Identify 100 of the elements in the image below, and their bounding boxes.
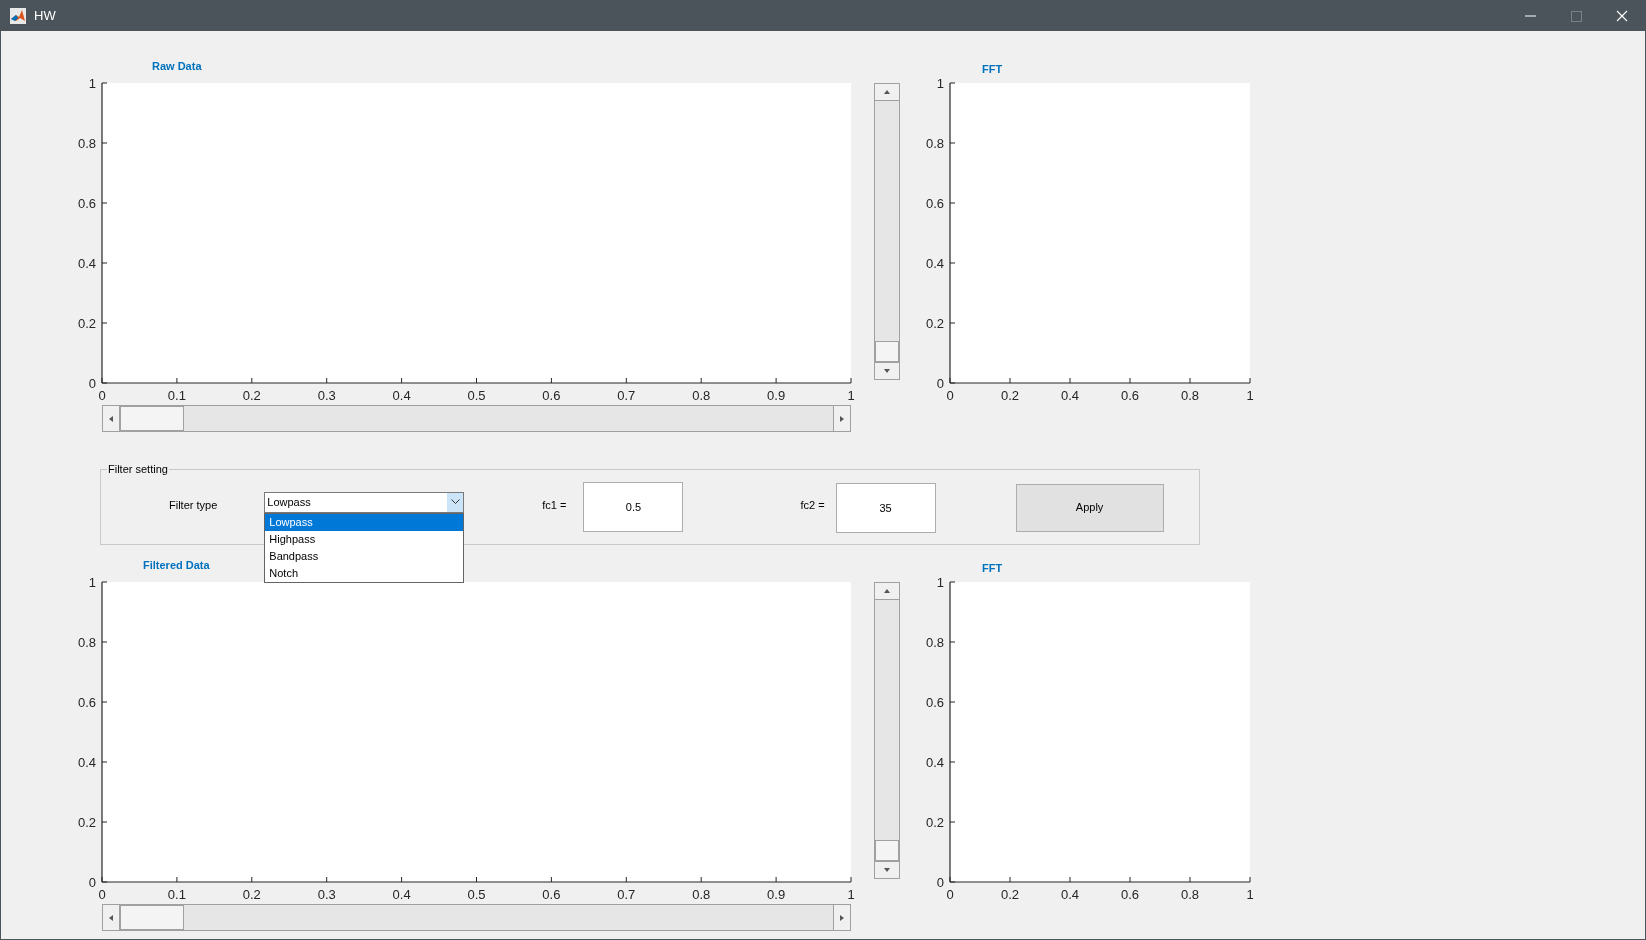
tick-label: 0.6 [542, 887, 561, 902]
scroll-down-button[interactable] [875, 362, 899, 379]
tick-label: 0.1 [167, 887, 186, 902]
tick-label: 0.2 [242, 887, 261, 902]
tick-label: 0.4 [925, 256, 944, 271]
tick-label: 0.2 [242, 388, 261, 403]
maximize-icon [1570, 10, 1582, 22]
tick-label: 0.4 [392, 388, 411, 403]
arrow-up-icon [883, 588, 891, 594]
apply-button[interactable]: Apply [1015, 483, 1164, 532]
tick-label: 0.2 [77, 316, 96, 331]
axes-title: FFT [982, 62, 1003, 76]
scroll-right-button[interactable] [833, 905, 850, 930]
arrow-up-icon [883, 89, 891, 95]
tick-label: 0.4 [1060, 887, 1080, 902]
app-logo-icon [10, 8, 26, 24]
scroll-left-button[interactable] [103, 406, 120, 431]
fc1-field[interactable]: 0.5 [583, 481, 684, 532]
chevron-down-icon [447, 492, 464, 512]
horizontal-slider[interactable] [102, 405, 851, 432]
tick-label: 0 [98, 887, 106, 902]
tick-label: 0.6 [77, 196, 96, 211]
arrow-down-icon [883, 368, 891, 374]
tick-label: 0.8 [77, 635, 96, 650]
tick-label: 1 [936, 576, 944, 590]
tick-label: 0.6 [1120, 887, 1140, 902]
tick-label: 0.8 [692, 388, 711, 403]
tick-label: 0.4 [77, 755, 96, 770]
tick-label: 0.6 [1120, 388, 1140, 403]
slider-thumb[interactable] [120, 905, 185, 930]
tick-label: 0.8 [692, 887, 711, 902]
tick-label: 0.2 [1000, 887, 1020, 902]
tick-label: 0.3 [317, 388, 336, 403]
arrow-left-icon [108, 913, 114, 922]
tick-label: 1 [847, 388, 855, 403]
tick-label: 0.7 [617, 388, 636, 403]
filter-type-label: Filter type [169, 497, 218, 513]
tick-label: 0.6 [925, 196, 944, 211]
tick-label: 0 [936, 376, 944, 391]
tick-label: 0.8 [925, 136, 944, 151]
tick-label: 0 [936, 875, 944, 890]
tick-label: 0.9 [767, 887, 786, 902]
tick-label: 0.4 [1060, 388, 1080, 403]
tick-label: 0.4 [77, 256, 96, 271]
tick-label: 0 [946, 388, 954, 403]
tick-label: 0.2 [1000, 388, 1020, 403]
tick-label: 0.5 [467, 887, 486, 902]
arrow-down-icon [883, 867, 891, 873]
tick-label: 0.8 [77, 136, 96, 151]
scroll-down-button[interactable] [875, 861, 899, 878]
tick-label: 0 [88, 875, 96, 890]
tick-label: 1 [847, 887, 855, 902]
tick-label: 0 [88, 376, 96, 391]
tick-label: 1 [936, 77, 944, 91]
scroll-up-button[interactable] [875, 583, 899, 600]
fc2-label: fc2 = [800, 497, 825, 513]
slider-thumb[interactable] [875, 840, 899, 861]
tick-label: 0.3 [317, 887, 336, 902]
tick-label: 0.5 [467, 388, 486, 403]
axes-title: FFT [982, 561, 1003, 575]
axes-title: Raw Data [152, 59, 202, 73]
panel-title: Filter setting [107, 462, 169, 477]
tick-label: 1 [1246, 887, 1254, 902]
tick-label: 0.8 [1180, 388, 1200, 403]
tick-label: 1 [88, 576, 96, 590]
dropdown-option[interactable]: Lowpass [265, 513, 464, 531]
tick-label: 0.9 [767, 388, 786, 403]
tick-label: 1 [88, 77, 96, 91]
tick-label: 0.4 [392, 887, 411, 902]
vertical-slider[interactable] [874, 83, 900, 380]
close-icon [1616, 10, 1628, 22]
fc2-field[interactable]: 35 [835, 482, 936, 533]
tick-label: 0.2 [77, 815, 96, 830]
tick-label: 1 [1246, 388, 1254, 403]
scroll-left-button[interactable] [103, 905, 120, 930]
tick-label: 0.8 [1180, 887, 1200, 902]
tick-label: 0.4 [925, 755, 944, 770]
tick-label: 0.2 [925, 815, 944, 830]
tick-label: 0 [98, 388, 106, 403]
vertical-slider[interactable] [874, 582, 900, 879]
tick-label: 0.6 [542, 388, 561, 403]
slider-thumb[interactable] [120, 406, 185, 431]
scroll-right-button[interactable] [833, 406, 850, 431]
slider-thumb[interactable] [875, 341, 899, 362]
minimize-icon [1524, 15, 1536, 17]
tick-label: 0.7 [617, 887, 636, 902]
tick-label: 0.2 [925, 316, 944, 331]
filter-type-dropdown[interactable]: Lowpass [264, 491, 465, 513]
arrow-left-icon [108, 414, 114, 423]
tick-label: 0.1 [167, 388, 186, 403]
horizontal-slider[interactable] [102, 904, 851, 931]
window-title: HW [34, 7, 56, 26]
axes-title: Filtered Data [143, 558, 210, 572]
tick-label: 0.6 [925, 695, 944, 710]
arrow-right-icon [839, 414, 845, 423]
tick-label: 0.6 [77, 695, 96, 710]
fc1-label: fc1 = [542, 497, 567, 513]
scroll-up-button[interactable] [875, 84, 899, 101]
tick-label: 0.8 [925, 635, 944, 650]
tick-label: 0 [946, 887, 954, 902]
